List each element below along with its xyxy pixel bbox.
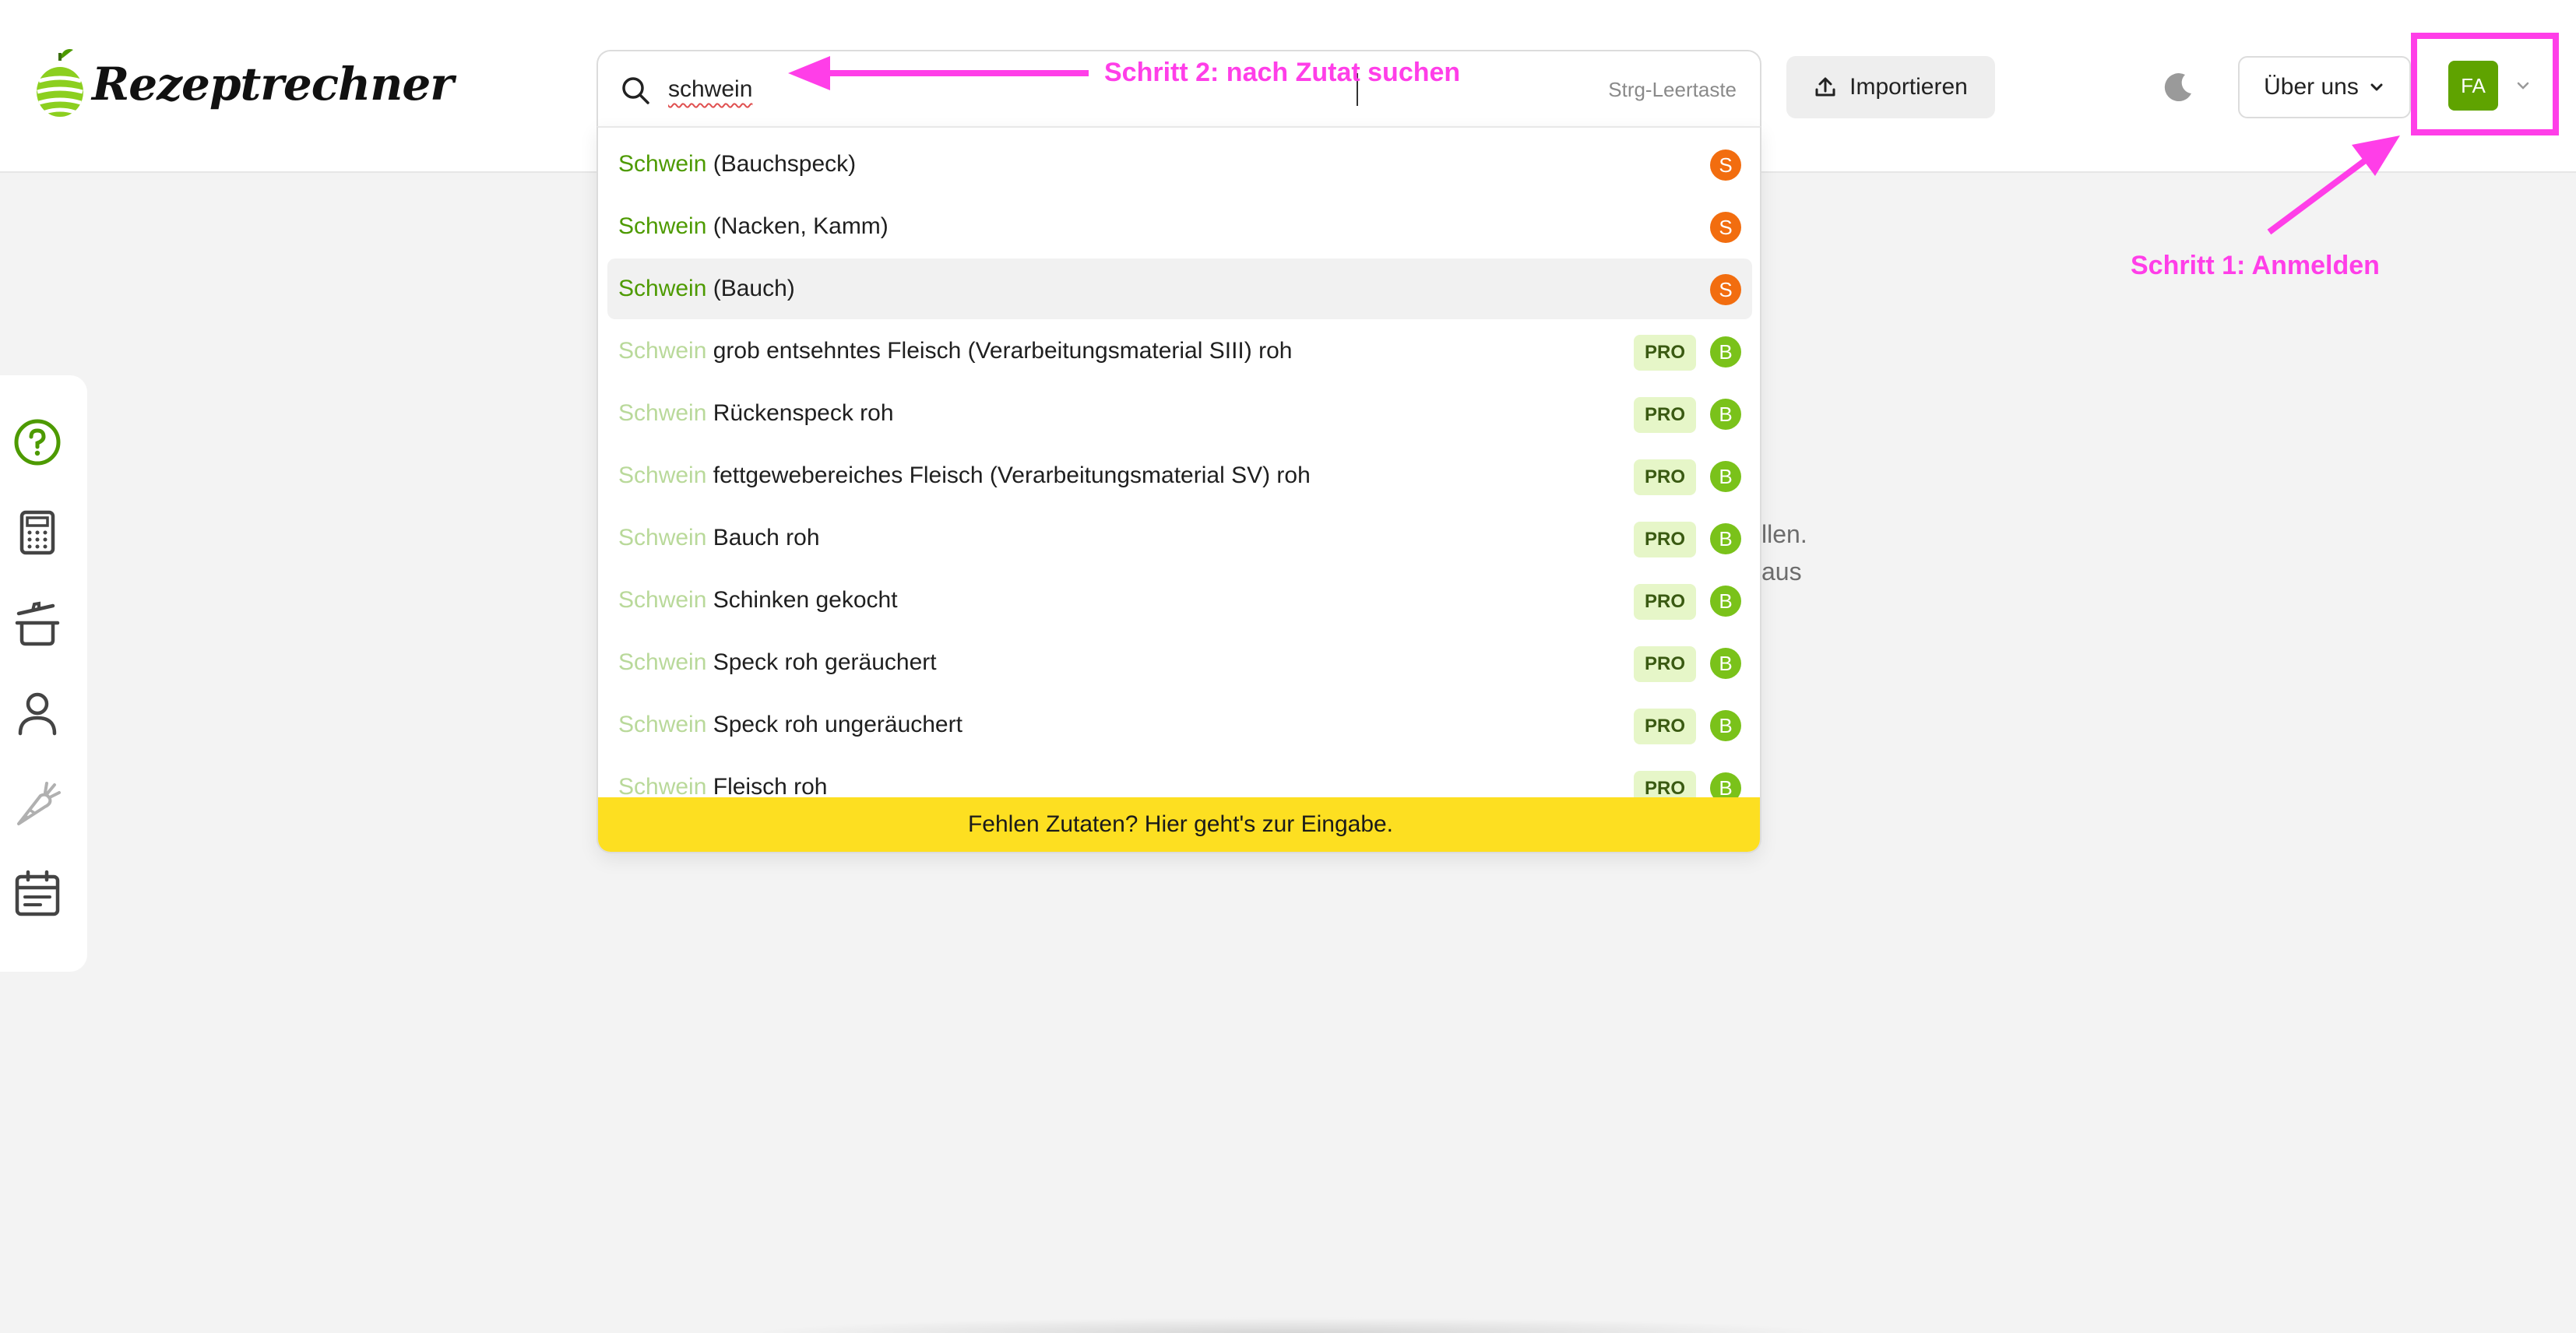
search-result-label: Schwein (Nacken, Kamm) xyxy=(618,213,889,240)
pro-badge: PRO xyxy=(1634,459,1696,495)
shortcut-hint: Strg-Leertaste xyxy=(1608,78,1737,101)
moon-icon[interactable] xyxy=(2162,70,2196,104)
search-result-label: Schwein (Bauchspeck) xyxy=(618,151,856,178)
search-match-highlight: Schwein xyxy=(618,587,707,613)
search-result-label: Schwein Rückenspeck roh xyxy=(618,400,894,427)
annotation-highlight-box xyxy=(2411,33,2559,135)
source-badge: B xyxy=(1710,399,1741,430)
cooking-pot-icon[interactable] xyxy=(12,600,62,649)
search-match-highlight: Schwein xyxy=(618,151,707,177)
pro-badge: PRO xyxy=(1634,709,1696,744)
search-result-label: Schwein Fleisch roh xyxy=(618,774,827,800)
pro-badge: PRO xyxy=(1634,584,1696,620)
search-result-item[interactable]: Schwein Speck roh geräuchert PRO B xyxy=(607,632,1752,693)
search-result-item[interactable]: Schwein (Nacken, Kamm) S xyxy=(607,196,1752,257)
source-badge: B xyxy=(1710,710,1741,741)
search-result-name: (Bauchspeck) xyxy=(706,151,857,177)
search-match-highlight: Schwein xyxy=(618,712,707,737)
source-badge: S xyxy=(1710,274,1741,305)
search-result-item[interactable]: Schwein Speck roh ungeräuchert PRO B xyxy=(607,695,1752,755)
search-result-label: Schwein fettgewebereiches Fleisch (Verar… xyxy=(618,463,1311,489)
source-badge: B xyxy=(1710,461,1741,492)
search-icon xyxy=(622,77,649,104)
search-match-highlight: Schwein xyxy=(618,463,707,488)
app-name: Rezeptrechner xyxy=(92,58,454,111)
background-text-fragment: aus xyxy=(1761,557,1802,586)
search-match-highlight: Schwein xyxy=(618,276,707,301)
apple-logo-icon xyxy=(37,48,83,117)
pro-badge: PRO xyxy=(1634,646,1696,682)
search-result-label: Schwein (Bauch) xyxy=(618,276,795,302)
search-result-item[interactable]: Schwein (Bauch) S xyxy=(607,259,1752,319)
search-result-name: fettgewebereiches Fleisch (Verarbeitungs… xyxy=(706,463,1311,488)
search-results-dropdown: Schwein (Bauchspeck) S Schwein (Nacken, Ka… xyxy=(596,126,1761,853)
search-match-highlight: Schwein xyxy=(618,213,707,239)
search-result-item[interactable]: Schwein grob entsehntes Fleisch (Verarbe… xyxy=(607,321,1752,382)
search-result-label: Schwein grob entsehntes Fleisch (Verarbe… xyxy=(618,338,1292,364)
search-result-label: Schwein Schinken gekocht xyxy=(618,587,898,614)
annotation-step-2: Schritt 2: nach Zutat suchen xyxy=(1104,58,1461,87)
search-result-name: Schinken gekocht xyxy=(706,587,898,613)
search-result-name: Speck roh ungeräuchert xyxy=(706,712,962,737)
search-result-item[interactable]: Schwein Bauch roh PRO B xyxy=(607,508,1752,568)
search-result-name: (Nacken, Kamm) xyxy=(706,213,889,239)
background-text-fragment: llen. xyxy=(1761,520,1807,548)
source-badge: B xyxy=(1710,648,1741,679)
user-icon[interactable] xyxy=(12,688,62,738)
source-badge: B xyxy=(1710,586,1741,617)
import-button[interactable]: Importieren xyxy=(1786,56,1995,118)
search-match-highlight: Schwein xyxy=(618,400,707,426)
help-circle-icon[interactable] xyxy=(12,417,62,467)
source-badge: B xyxy=(1710,523,1741,554)
search-match-highlight: Schwein xyxy=(618,338,707,364)
calculator-icon[interactable] xyxy=(12,508,62,557)
annotation-step-1: Schritt 1: Anmelden xyxy=(2131,251,2380,280)
footer-shadow xyxy=(748,1317,1838,1333)
search-match-highlight: Schwein xyxy=(618,525,707,550)
about-us-label: Über uns xyxy=(2264,74,2359,100)
source-badge: S xyxy=(1710,149,1741,181)
search-result-name: grob entsehntes Fleisch (Verarbeitungsma… xyxy=(706,338,1293,364)
search-result-item[interactable]: Schwein (Bauchspeck) S xyxy=(607,134,1752,195)
search-result-item[interactable]: Schwein fettgewebereiches Fleisch (Verar… xyxy=(607,445,1752,506)
source-badge: S xyxy=(1710,212,1741,243)
search-match-highlight: Schwein xyxy=(618,649,707,675)
import-button-label: Importieren xyxy=(1849,74,1968,100)
source-badge: B xyxy=(1710,336,1741,368)
pro-badge: PRO xyxy=(1634,397,1696,433)
about-us-button[interactable]: Über uns xyxy=(2238,56,2411,118)
pro-badge: PRO xyxy=(1634,335,1696,371)
search-match-highlight: Schwein xyxy=(618,774,707,800)
search-result-name: Rückenspeck roh xyxy=(706,400,894,426)
search-result-name: Fleisch roh xyxy=(706,774,828,800)
search-result-name: Bauch roh xyxy=(706,525,820,550)
calendar-icon[interactable] xyxy=(12,869,62,919)
pro-badge: PRO xyxy=(1634,522,1696,557)
app-logo[interactable]: Rezeptrechner xyxy=(34,47,454,121)
search-result-label: Schwein Speck roh ungeräuchert xyxy=(618,712,962,738)
search-result-label: Schwein Bauch roh xyxy=(618,525,820,551)
chevron-down-icon xyxy=(2370,83,2383,91)
upload-icon xyxy=(1815,77,1835,97)
search-result-label: Schwein Speck roh geräuchert xyxy=(618,649,937,676)
carrot-icon[interactable] xyxy=(12,779,62,828)
search-result-name: (Bauch) xyxy=(706,276,795,301)
sidebar xyxy=(0,375,87,972)
search-result-name: Speck roh geräuchert xyxy=(706,649,937,675)
search-result-item[interactable]: Schwein Rückenspeck roh PRO B xyxy=(607,383,1752,444)
missing-ingredients-cta[interactable]: Fehlen Zutaten? Hier geht's zur Eingabe. xyxy=(598,797,1760,852)
search-result-item[interactable]: Schwein Schinken gekocht PRO B xyxy=(607,570,1752,631)
search-input[interactable]: schwein xyxy=(668,76,752,103)
